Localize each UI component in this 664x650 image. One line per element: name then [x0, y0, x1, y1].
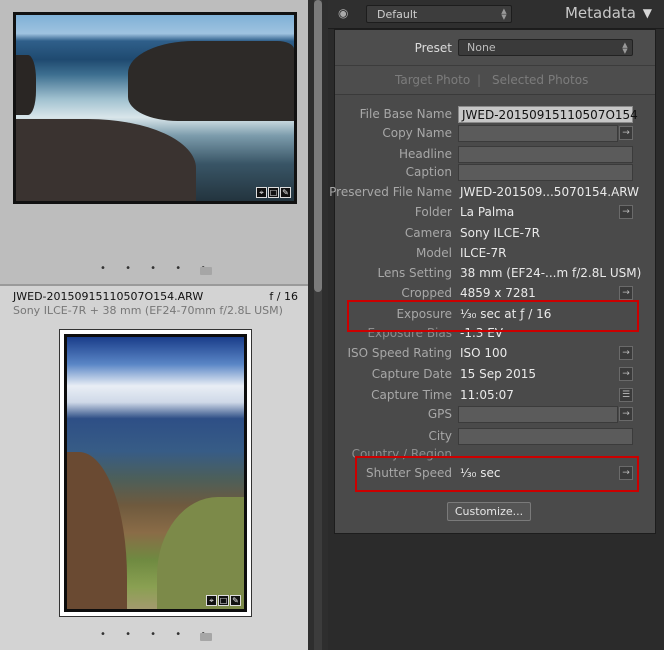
stepper-icon: ▲ ▼	[501, 7, 507, 21]
headline-field[interactable]	[458, 146, 633, 163]
target-selector: Target Photo | Selected Photos	[335, 66, 655, 95]
panel-header: ◉ Default ▲ ▼ Metadata ▼	[328, 0, 664, 29]
row-capture-time: Capture Time 11:05:07 ☰	[335, 386, 655, 405]
thumbnail-mountain[interactable]: ⌖ □ ✎	[59, 329, 252, 617]
thumbnail-camera-info: Sony ILCE-7R + 38 mm (EF24-70mm f/2.8L U…	[13, 304, 283, 317]
collapse-triangle-icon[interactable]: ▼	[643, 6, 652, 20]
rating-dots[interactable]: • • • • •	[100, 263, 214, 274]
preserved-file-name-value: JWED-201509...5070154.ARW	[460, 185, 639, 199]
row-capture-date: Capture Date 15 Sep 2015 →	[335, 365, 655, 384]
row-folder: Folder La Palma →	[335, 203, 655, 222]
row-city: City	[335, 427, 655, 446]
field-label: Model	[415, 246, 452, 260]
field-label: Lens Setting	[377, 266, 453, 280]
collection-badge-icon: □	[218, 595, 229, 606]
panel-title[interactable]: Metadata	[565, 4, 636, 22]
rating-dots[interactable]: • • • • •	[100, 629, 214, 640]
grid-cell-top[interactable]: ⌖ □ ✎ • • • • •	[0, 0, 308, 284]
field-label: Capture Date	[371, 367, 452, 381]
row-lens-setting: Lens Setting 38 mm (EF24-...m f/2.8L USM…	[335, 264, 655, 283]
cropped-value: 4859 x 7281	[460, 286, 536, 300]
city-field[interactable]	[458, 428, 633, 445]
field-label: Copy Name	[382, 126, 452, 140]
field-label: Caption	[405, 165, 452, 179]
preset-label: Preset	[414, 41, 452, 55]
row-gps: GPS →	[335, 405, 655, 424]
camera-value: Sony ILCE-7R	[460, 226, 540, 240]
row-preserved-file-name: Preserved File Name JWED-201509...507015…	[329, 183, 655, 202]
iso-value: ISO 100	[460, 346, 508, 360]
field-label: Camera	[404, 226, 452, 240]
row-copy-name: Copy Name →	[335, 124, 655, 143]
crop-badge-icon: ⌖	[206, 595, 217, 606]
thumbnail-badges: ⌖ □ ✎	[256, 187, 291, 198]
eye-icon[interactable]: ◉	[338, 6, 348, 20]
thumbnail-filename: JWED-20150915110507O154.ARW	[13, 290, 204, 303]
model-value: ILCE-7R	[460, 246, 507, 260]
grid-scrollbar[interactable]	[308, 0, 328, 650]
crop-badge-icon: ⌖	[256, 187, 267, 198]
iso-goto-icon[interactable]: →	[619, 346, 633, 360]
row-camera: Camera Sony ILCE-7R	[335, 224, 655, 243]
gps-field[interactable]	[458, 406, 618, 423]
row-iso: ISO Speed Rating ISO 100 →	[335, 344, 655, 363]
folder-value: La Palma	[460, 205, 515, 219]
copy-name-field[interactable]	[458, 125, 618, 142]
grid-cell-selected[interactable]: JWED-20150915110507O154.ARW f / 16 Sony …	[0, 286, 308, 650]
field-label: Folder	[414, 205, 452, 219]
thumbnail-aperture: f / 16	[269, 290, 298, 303]
preset-select[interactable]: None ▲ ▼	[458, 39, 633, 56]
photo-seascape: ⌖ □ ✎	[16, 15, 294, 201]
develop-badge-icon: ✎	[280, 187, 291, 198]
develop-badge-icon: ✎	[230, 595, 241, 606]
scrollbar-thumb[interactable]	[314, 0, 322, 292]
customize-button[interactable]: Customize...	[447, 502, 531, 521]
row-file-base-name: File Base Name JWED-20150915110507O154	[335, 105, 655, 124]
file-base-name-field[interactable]: JWED-20150915110507O154	[458, 106, 638, 123]
capture-time-value: 11:05:07	[460, 388, 514, 402]
metadata-panel: ◉ Default ▲ ▼ Metadata ▼ Preset None ▲ ▼ T…	[328, 0, 664, 650]
row-caption: Caption	[335, 163, 655, 182]
capture-date-goto-icon[interactable]: →	[619, 367, 633, 381]
photo-mountain: ⌖ □ ✎	[67, 337, 244, 609]
tab-separator: |	[477, 73, 482, 87]
collection-badge-icon: □	[268, 187, 279, 198]
field-label: City	[428, 429, 452, 443]
edit-capture-time-icon[interactable]: ☰	[619, 388, 633, 402]
metadata-body: Preset None ▲ ▼ Target Photo | Selected P…	[329, 29, 656, 534]
field-label: Preserved File Name	[329, 185, 452, 199]
field-label: Headline	[398, 147, 452, 161]
lens-setting-value: 38 mm (EF24-...m f/2.8L USM)	[460, 266, 642, 280]
rotate-handle[interactable]	[200, 267, 212, 275]
capture-date-value: 15 Sep 2015	[460, 367, 537, 381]
target-photo-tab[interactable]: Target Photo	[395, 73, 470, 87]
row-model: Model ILCE-7R	[335, 244, 655, 263]
selected-photos-tab[interactable]: Selected Photos	[492, 73, 588, 87]
preset-row: Preset None ▲ ▼	[335, 30, 655, 66]
exposure-highlight	[347, 300, 639, 332]
thumbnail-badges: ⌖ □ ✎	[206, 595, 241, 606]
field-label: File Base Name	[359, 107, 452, 121]
stepper-icon: ▲ ▼	[622, 41, 628, 55]
thumbnail-seascape[interactable]: ⌖ □ ✎	[13, 12, 297, 204]
field-label: Capture Time	[371, 388, 452, 402]
field-label: ISO Speed Rating	[347, 346, 452, 360]
field-label: GPS	[427, 407, 452, 421]
shutter-speed-highlight	[355, 456, 639, 492]
cropped-goto-icon[interactable]: →	[619, 286, 633, 300]
folder-goto-icon[interactable]: →	[619, 205, 633, 219]
copy-name-action-icon[interactable]: →	[619, 126, 633, 140]
field-label: Cropped	[401, 286, 452, 300]
filmstrip-grid: ⌖ □ ✎ • • • • • JWED-20150915110507O154.…	[0, 0, 308, 650]
gps-goto-icon[interactable]: →	[619, 407, 633, 421]
row-headline: Headline	[335, 145, 655, 164]
rotate-handle[interactable]	[200, 633, 212, 641]
metadata-set-select[interactable]: Default ▲ ▼	[366, 5, 512, 23]
caption-field[interactable]	[458, 164, 633, 181]
